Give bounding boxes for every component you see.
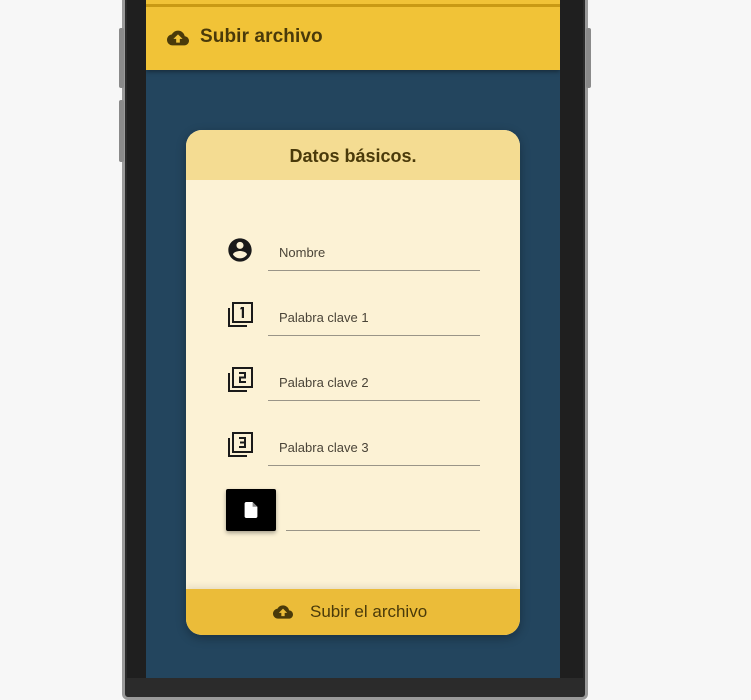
file-name-field[interactable] xyxy=(286,495,480,531)
keyword-2-field[interactable] xyxy=(268,365,480,401)
keyword-3-field[interactable] xyxy=(268,430,480,466)
phone-side-button xyxy=(119,28,124,88)
app-bar: Subir archivo xyxy=(146,0,560,70)
filter-1-icon xyxy=(228,302,253,327)
keyword-1-field[interactable] xyxy=(268,300,480,336)
upload-file-button[interactable]: Subir el archivo xyxy=(186,589,520,635)
account-circle-icon xyxy=(228,238,252,262)
choose-file-button[interactable] xyxy=(226,489,276,531)
phone-side-button xyxy=(586,28,591,88)
filter-3-icon xyxy=(228,432,253,457)
keyword-1-input[interactable] xyxy=(268,300,480,335)
cloud-upload-icon xyxy=(273,605,293,619)
upload-file-button-label: Subir el archivo xyxy=(310,602,428,621)
cloud-upload-icon xyxy=(167,30,189,46)
card-title: Datos básicos. xyxy=(289,146,417,166)
keyword-3-input[interactable] xyxy=(268,430,480,465)
name-input[interactable] xyxy=(268,235,480,270)
upload-form-card: Datos básicos. Nombre Palabra clave 1 Pa… xyxy=(186,130,520,635)
card-header: Datos básicos. xyxy=(186,130,520,180)
app-screen: Subir archivo Datos básicos. Nombre Pala… xyxy=(146,0,560,678)
phone-side-button xyxy=(119,100,124,162)
keyword-2-input[interactable] xyxy=(268,365,480,400)
app-bar-divider xyxy=(146,4,560,7)
name-field[interactable] xyxy=(268,235,480,271)
file-icon xyxy=(244,502,258,518)
filter-2-icon xyxy=(228,367,253,392)
app-bar-title: Subir archivo xyxy=(200,26,323,47)
